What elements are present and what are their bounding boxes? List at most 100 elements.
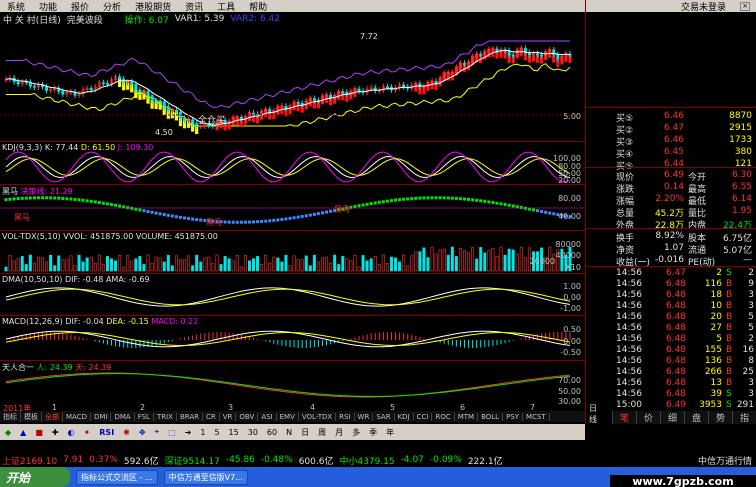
toolbar-rsi-button[interactable]: RSI xyxy=(96,428,117,437)
toolbar-icon[interactable]: ⌖ xyxy=(152,427,163,437)
zx-index[interactable]: 中小4379.15 xyxy=(339,454,394,467)
macd-axis-neg050: -0.50 xyxy=(560,348,581,357)
toolbar-icon[interactable]: ⬚ xyxy=(165,428,179,437)
period-quarter[interactable]: 季 xyxy=(366,427,380,438)
candle-body xyxy=(511,54,515,57)
indicator-tab[interactable]: BOLL xyxy=(478,412,504,421)
heima-bar xyxy=(325,210,329,214)
period-month[interactable]: 月 xyxy=(332,427,346,438)
toolbar-icon[interactable]: ✚ xyxy=(49,428,62,437)
taskbar-item-forum[interactable]: 指标公式交流区 - ... xyxy=(76,469,158,485)
volume-bar xyxy=(507,248,511,272)
indicator-tab[interactable]: PSY xyxy=(503,412,524,421)
heima-bar xyxy=(20,196,24,200)
tick-volume: 39 xyxy=(710,389,722,399)
indicator-tab[interactable]: ROC xyxy=(432,412,455,421)
volume-bar xyxy=(325,256,329,272)
chart-canvas[interactable] xyxy=(0,26,585,411)
menu-quote[interactable]: 报价 xyxy=(64,0,96,13)
indicator-tab[interactable]: OBV xyxy=(236,412,259,421)
indicator-tab[interactable]: VOL-TDX xyxy=(299,412,337,421)
indicator-tab[interactable]: 模板 xyxy=(21,411,42,422)
period-15min[interactable]: 15 xyxy=(226,428,242,437)
heima-bar xyxy=(523,206,527,210)
indicator-tab[interactable]: CR xyxy=(203,412,220,421)
indicator-tab[interactable]: BRAR xyxy=(177,412,203,421)
volume-bar xyxy=(475,258,479,272)
toolbar-icon[interactable]: ✦ xyxy=(81,428,94,437)
toolbar-icon[interactable]: ✱ xyxy=(120,428,133,437)
trhy-line xyxy=(5,372,571,398)
indicator-tab[interactable]: SAR xyxy=(373,412,395,421)
tab-price[interactable]: 价 xyxy=(636,411,660,424)
indicator-tab[interactable]: DMA xyxy=(111,412,135,421)
volume-bar xyxy=(515,253,519,272)
indicator-tab[interactable]: TRIX xyxy=(154,412,177,421)
indicator-tab[interactable]: MACD xyxy=(63,412,91,421)
menu-function[interactable]: 功能 xyxy=(32,0,64,13)
toolbar-icon[interactable]: ◐ xyxy=(65,428,78,437)
menu-system[interactable]: 系统 xyxy=(0,0,32,13)
chart-area[interactable]: 7.72 4.50 全仓买 5.00 KDJ(9,3,3) K: 77.44 D… xyxy=(0,26,597,424)
indicator-tab[interactable]: MTM xyxy=(455,412,479,421)
toolbar-icon[interactable]: ➜ xyxy=(182,428,195,437)
toolbar-icon[interactable]: ◆ xyxy=(2,428,14,437)
heima-bar xyxy=(430,196,434,200)
period-5min[interactable]: 5 xyxy=(211,428,222,437)
indicator-tab[interactable]: CCI xyxy=(414,412,433,421)
menu-tools[interactable]: 工具 xyxy=(210,0,242,13)
volume-bar xyxy=(219,264,223,272)
tab-trend[interactable]: 势 xyxy=(708,411,732,424)
tab-detail[interactable]: 细 xyxy=(660,411,684,424)
tab-index[interactable]: 指 xyxy=(732,411,756,424)
toolbar-icon[interactable]: ■ xyxy=(32,428,46,437)
period-30min[interactable]: 30 xyxy=(245,428,261,437)
period-week[interactable]: 周 xyxy=(315,427,329,438)
tick-price: 6.48 xyxy=(665,323,686,333)
bid-volume: 2915 xyxy=(729,123,752,133)
menu-hk-futures[interactable]: 港股期货 xyxy=(128,0,178,13)
indicator-tab[interactable]: 全部 xyxy=(42,411,63,422)
indicator-tab[interactable]: FSL xyxy=(135,412,154,421)
quote-tabs: 笔 价 细 盘 势 指 xyxy=(612,411,756,424)
indicator-tab[interactable]: DMI xyxy=(91,412,112,421)
indicator-tab[interactable]: ASI xyxy=(258,412,277,421)
indicator-tab[interactable]: WR xyxy=(355,412,374,421)
menu-help[interactable]: 帮助 xyxy=(242,0,274,13)
trhy-legend: 天人合一 人: 24.39 天: 24.39 xyxy=(2,362,111,373)
indicator-tab[interactable]: RSI xyxy=(336,412,355,421)
period-n[interactable]: N xyxy=(283,428,295,437)
toolbar-icon[interactable]: ▲ xyxy=(17,428,29,437)
vol-unit: X10 xyxy=(565,263,581,272)
indicator-tab[interactable]: KDJ xyxy=(395,412,414,421)
sh-change: 7.91 xyxy=(63,455,84,465)
indicator-tab[interactable]: EMV xyxy=(277,412,299,421)
tick-price: 6.48 xyxy=(665,290,686,300)
period-60min[interactable]: 60 xyxy=(264,428,280,437)
period-year[interactable]: 年 xyxy=(383,427,397,438)
bid-price: 6.47 xyxy=(663,123,684,133)
indicator-tab[interactable]: 指标 xyxy=(0,411,21,422)
period-multi[interactable]: 多 xyxy=(349,427,363,438)
menu-news[interactable]: 资讯 xyxy=(178,0,210,13)
period-1min[interactable]: 1 xyxy=(197,428,208,437)
heima-bar xyxy=(150,210,154,214)
tab-board[interactable]: 盘 xyxy=(684,411,708,424)
candle-body xyxy=(24,81,28,84)
tab-ticks[interactable]: 笔 xyxy=(612,411,636,424)
volume-bar xyxy=(150,262,154,272)
toolbar-icon[interactable]: ✥ xyxy=(136,428,149,437)
start-button[interactable]: 开始 xyxy=(0,467,70,487)
indicator-tab[interactable]: VR xyxy=(220,412,237,421)
period-day[interactable]: 日 xyxy=(298,427,312,438)
indicator-tab[interactable]: MCST xyxy=(523,412,550,421)
sh-index[interactable]: 上证2169.10 xyxy=(2,454,57,467)
stat-value: 22.8万 xyxy=(654,221,684,231)
vol-label: VOL-TDX(5,10) xyxy=(2,232,61,241)
taskbar-item-trading-app[interactable]: 中信万通至信版V7... xyxy=(163,469,248,485)
heima-bar xyxy=(507,203,511,207)
sz-index[interactable]: 深证9514.17 xyxy=(165,454,220,467)
menu-analysis[interactable]: 分析 xyxy=(96,0,128,13)
heima-bar xyxy=(81,198,85,202)
heima-bar xyxy=(304,214,308,218)
